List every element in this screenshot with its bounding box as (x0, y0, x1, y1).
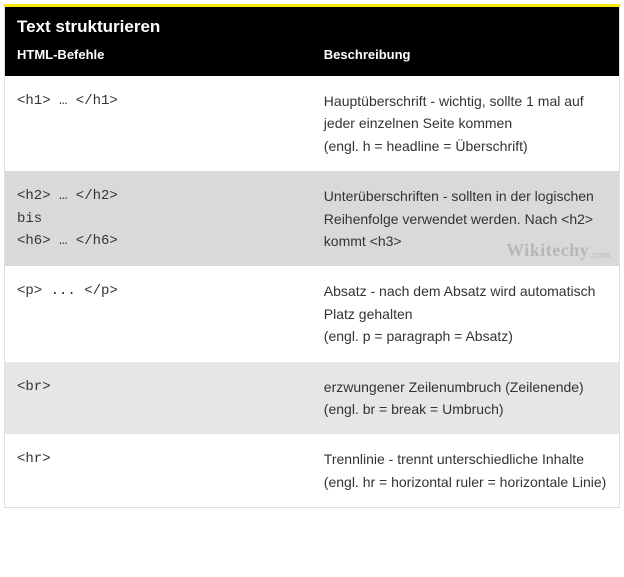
table-row: <h1> … </h1> Hauptüberschrift - wichtig,… (5, 76, 619, 171)
code-cell: <h2> … </h2> bis <h6> … </h6> (17, 185, 324, 252)
code-cell: <hr> (17, 448, 324, 493)
table-row: <br> erzwungener Zeilenumbruch (Zeilenen… (5, 362, 619, 435)
desc-cell: Absatz - nach dem Absatz wird automatisc… (324, 280, 607, 347)
desc-cell: Trennlinie - trennt unterschiedliche Inh… (324, 448, 607, 493)
code-cell: <p> ... </p> (17, 280, 324, 347)
code-cell: <h1> … </h1> (17, 90, 324, 157)
desc-cell: Unterüberschriften - sollten in der logi… (324, 185, 607, 252)
table-row: <hr> Trennlinie - trennt unterschiedlich… (5, 434, 619, 507)
card-header: Text strukturieren HTML-Befehle Beschrei… (5, 7, 619, 76)
table-row: <h2> … </h2> bis <h6> … </h6> Unterübers… (5, 171, 619, 266)
column-headers: HTML-Befehle Beschreibung (17, 47, 607, 62)
column-header-right: Beschreibung (324, 47, 607, 62)
reference-card: Text strukturieren HTML-Befehle Beschrei… (4, 4, 620, 508)
code-cell: <br> (17, 376, 324, 421)
column-header-left: HTML-Befehle (17, 47, 324, 62)
table-row: <p> ... </p> Absatz - nach dem Absatz wi… (5, 266, 619, 361)
card-title: Text strukturieren (17, 17, 607, 37)
desc-cell: Hauptüberschrift - wichtig, sollte 1 mal… (324, 90, 607, 157)
desc-cell: erzwungener Zeilenumbruch (Zeilenende) (… (324, 376, 607, 421)
